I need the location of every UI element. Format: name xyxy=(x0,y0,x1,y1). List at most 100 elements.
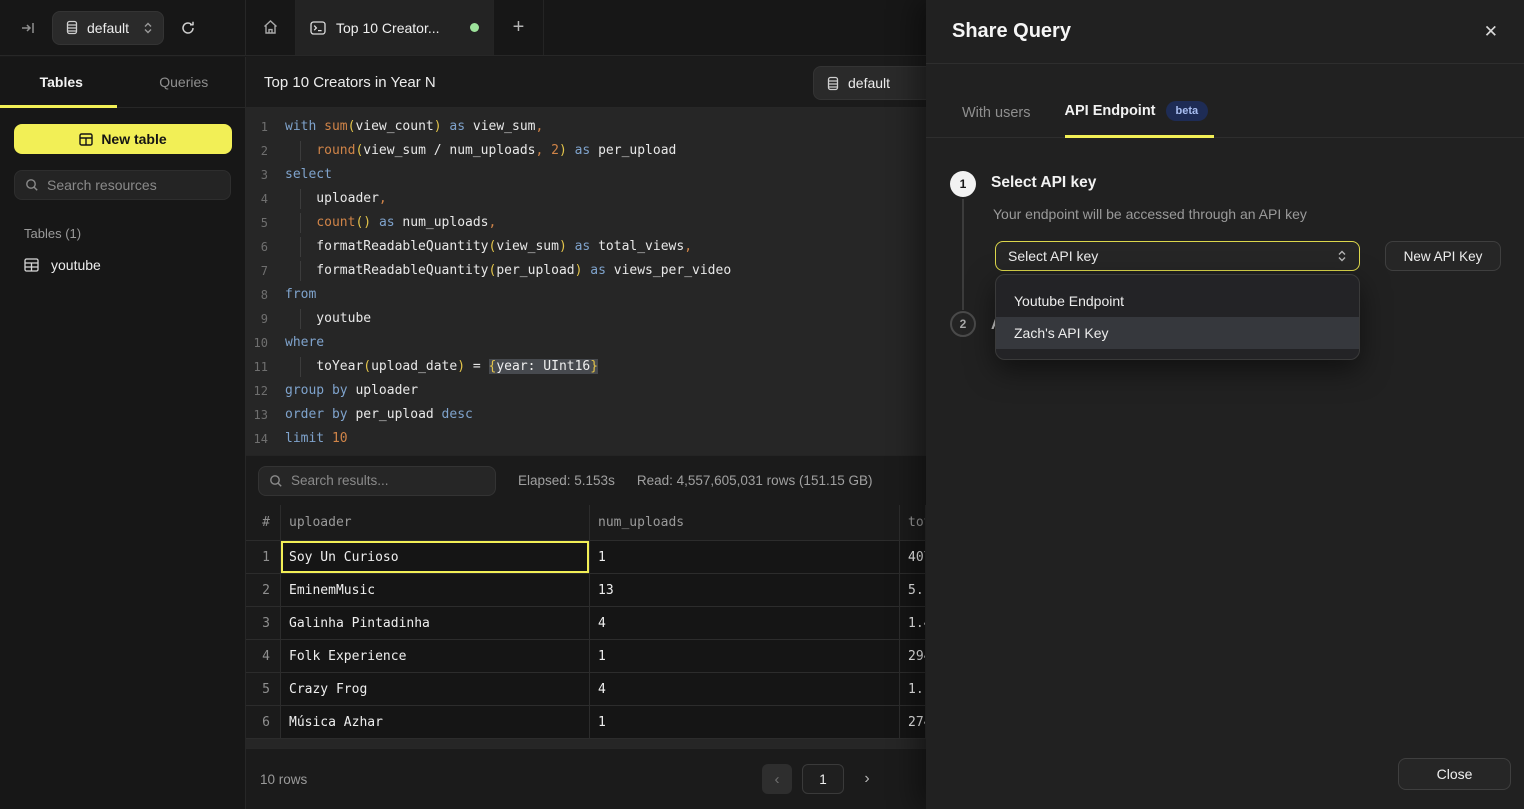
tab-top-10-creators[interactable]: Top 10 Creator... xyxy=(296,0,494,55)
code-line[interactable]: 1with sum(view_count) as view_sum, xyxy=(246,115,926,139)
cell-total-views[interactable]: 5.1 xyxy=(900,574,926,606)
code-line[interactable]: 7 formatReadableQuantity(per_upload) as … xyxy=(246,259,926,283)
new-api-key-button[interactable]: New API Key xyxy=(1385,241,1501,271)
code-line[interactable]: 4 uploader, xyxy=(246,187,926,211)
code-line[interactable]: 9 youtube xyxy=(246,307,926,331)
new-tab-button[interactable]: + xyxy=(494,0,544,55)
header-num-uploads[interactable]: num_uploads xyxy=(590,505,900,540)
cell-uploader[interactable]: Crazy Frog xyxy=(281,673,590,705)
close-button[interactable]: Close xyxy=(1398,758,1511,790)
row-count-label: 10 rows xyxy=(260,772,307,787)
cell-total-views[interactable]: 1.1 xyxy=(900,673,926,705)
code-line[interactable]: 14limit 10 xyxy=(246,427,926,451)
cell-num-uploads[interactable]: 4 xyxy=(590,673,900,705)
code-text: where xyxy=(280,331,324,355)
collapse-sidebar-button[interactable] xyxy=(14,14,42,42)
line-number: 4 xyxy=(246,187,280,211)
close-panel-button[interactable]: ✕ xyxy=(1484,22,1498,42)
code-line[interactable]: 12group by uploader xyxy=(246,379,926,403)
sidebar-search-input[interactable] xyxy=(47,177,220,193)
next-page-button[interactable]: › xyxy=(854,764,880,794)
code-text: limit 10 xyxy=(280,427,348,451)
code-line[interactable]: 11 toYear(upload_date) = {year: UInt16} xyxy=(246,355,926,379)
line-number: 3 xyxy=(246,163,280,187)
share-panel-header: Share Query ✕ xyxy=(926,0,1524,64)
cell-uploader[interactable]: Folk Experience xyxy=(281,640,590,672)
home-button[interactable] xyxy=(246,0,296,55)
results-search-input[interactable] xyxy=(291,473,485,488)
tab-with-users[interactable]: With users xyxy=(962,105,1031,137)
cell-total-views[interactable]: 1.4 xyxy=(900,607,926,639)
topbar: default Top 10 Creator.. xyxy=(0,0,926,56)
current-page-button[interactable]: 1 xyxy=(802,764,844,794)
cell-num-uploads[interactable]: 1 xyxy=(590,706,900,738)
prev-page-button[interactable]: ‹ xyxy=(762,764,792,794)
cell-total-views[interactable]: 274 xyxy=(900,706,926,738)
code-line[interactable]: 6 formatReadableQuantity(view_sum) as to… xyxy=(246,235,926,259)
code-line[interactable]: 3select xyxy=(246,163,926,187)
line-number: 14 xyxy=(246,427,280,451)
code-text: select xyxy=(280,163,332,187)
plus-icon: + xyxy=(513,16,525,39)
query-database-selector[interactable]: default xyxy=(813,66,926,100)
code-line[interactable]: 10where xyxy=(246,331,926,355)
cell-row-number: 4 xyxy=(246,640,281,672)
main-area: Top 10 Creators in Year N default 1with … xyxy=(246,57,926,809)
cell-num-uploads[interactable]: 1 xyxy=(590,640,900,672)
header-uploader[interactable]: uploader xyxy=(281,505,590,540)
sql-editor[interactable]: 1with sum(view_count) as view_sum,2 roun… xyxy=(246,108,926,455)
header-total-views[interactable]: tot xyxy=(900,505,926,540)
tab-api-endpoint[interactable]: API Endpoint beta xyxy=(1065,101,1209,137)
cell-num-uploads[interactable]: 1 xyxy=(590,541,900,573)
collapse-right-icon xyxy=(20,20,36,36)
query-database-value: default xyxy=(848,75,890,91)
cell-total-views[interactable]: 294 xyxy=(900,640,926,672)
sidebar-tab-queries[interactable]: Queries xyxy=(123,57,246,107)
table-row: 3Galinha Pintadinha41.4 xyxy=(246,607,926,640)
sidebar-tab-tables[interactable]: Tables xyxy=(0,57,123,107)
cell-total-views[interactable]: 407 xyxy=(900,541,926,573)
close-icon: ✕ xyxy=(1484,22,1498,41)
line-number: 8 xyxy=(246,283,280,307)
table-icon xyxy=(24,258,39,272)
cell-num-uploads[interactable]: 4 xyxy=(590,607,900,639)
line-number: 5 xyxy=(246,211,280,235)
share-panel-title: Share Query xyxy=(952,20,1071,43)
new-table-button-label: New table xyxy=(101,131,166,147)
code-text: order by per_upload desc xyxy=(280,403,473,427)
line-number: 10 xyxy=(246,331,280,355)
header-row-number: # xyxy=(246,505,281,540)
code-line[interactable]: 8from xyxy=(246,283,926,307)
sidebar-item-youtube[interactable]: youtube xyxy=(14,251,245,279)
table-header-row: #uploadernum_uploadstot xyxy=(246,505,926,541)
code-line[interactable]: 5 count() as num_uploads, xyxy=(246,211,926,235)
code-line[interactable]: 13order by per_upload desc xyxy=(246,403,926,427)
code-line[interactable]: 2 round(view_sum / num_uploads, 2) as pe… xyxy=(246,139,926,163)
refresh-button[interactable] xyxy=(174,14,202,42)
tab-label: Top 10 Creator... xyxy=(336,20,440,36)
table-row: 5Crazy Frog41.1 xyxy=(246,673,926,706)
new-table-button[interactable]: New table xyxy=(14,124,232,154)
api-key-option[interactable]: Zach's API Key xyxy=(996,317,1359,349)
code-text: toYear(upload_date) = {year: UInt16} xyxy=(280,355,598,379)
elapsed-stat: Elapsed: 5.153s xyxy=(518,473,615,488)
table-row: 2EminemMusic135.1 xyxy=(246,574,926,607)
refresh-icon xyxy=(180,20,196,36)
api-key-option[interactable]: Youtube Endpoint xyxy=(996,285,1359,317)
cell-uploader[interactable]: EminemMusic xyxy=(281,574,590,606)
cell-uploader[interactable]: Música Azhar xyxy=(281,706,590,738)
code-text: with sum(view_count) as view_sum, xyxy=(280,115,543,139)
database-selector[interactable]: default xyxy=(52,11,164,45)
database-selector-value: default xyxy=(87,20,129,36)
cell-num-uploads[interactable]: 13 xyxy=(590,574,900,606)
line-number: 1 xyxy=(246,115,280,139)
tables-section-label: Tables (1) xyxy=(24,226,245,241)
results-search xyxy=(258,466,496,496)
code-text: count() as num_uploads, xyxy=(280,211,496,235)
step-1-indicator: 1 xyxy=(950,171,976,197)
sidebar: Tables Queries New table Tables (1) yout… xyxy=(0,57,246,809)
cell-uploader[interactable]: Soy Un Curioso xyxy=(281,541,590,573)
database-icon xyxy=(65,20,79,35)
api-key-select[interactable]: Select API key xyxy=(995,241,1360,271)
cell-uploader[interactable]: Galinha Pintadinha xyxy=(281,607,590,639)
